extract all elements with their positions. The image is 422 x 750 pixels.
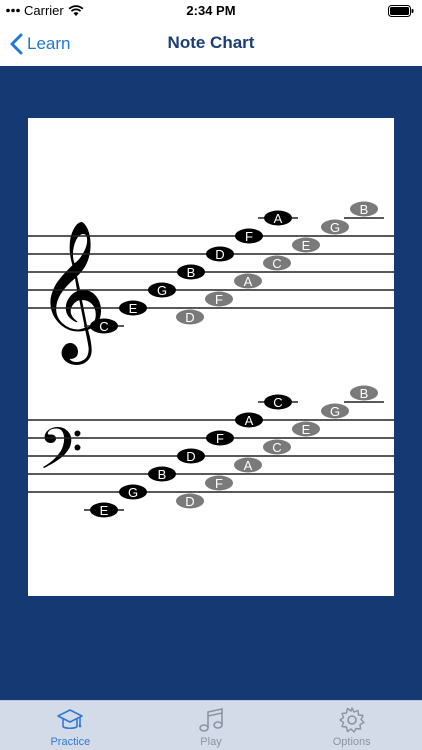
graduation-cap-icon (57, 709, 84, 730)
note-label: E (129, 301, 138, 316)
note-label: F (216, 431, 224, 446)
gear-icon (338, 707, 365, 733)
note-label: B (158, 467, 167, 482)
status-bar: Carrier 2:34 PM (0, 0, 422, 22)
note-label: G (157, 283, 167, 298)
content-area: 𝄞 𝄢 CEGBDFADFACEGBEGBDFACDFACEGB (0, 66, 422, 700)
tab-practice-label: Practice (50, 736, 91, 748)
note-label: E (100, 503, 109, 518)
note-label: A (245, 413, 254, 428)
note-chart-card: 𝄞 𝄢 CEGBDFADFACEGBEGBDFACDFACEGB (28, 118, 394, 596)
note-label: D (185, 310, 194, 325)
tab-play-label: Play (200, 736, 222, 748)
note-label: B (187, 265, 196, 280)
note-label: F (215, 476, 223, 491)
note-label: A (244, 274, 253, 289)
note-label: C (272, 256, 281, 271)
tab-options-label: Options (332, 736, 371, 748)
note-chart-svg: 𝄞 𝄢 CEGBDFADFACEGBEGBDFACDFACEGB (28, 201, 394, 518)
note-label: A (274, 211, 283, 226)
note-label: F (215, 292, 223, 307)
note-label: C (99, 319, 108, 334)
note-label: A (244, 458, 253, 473)
note-label: B (360, 386, 369, 401)
note-label: G (128, 485, 138, 500)
note-label: E (302, 238, 311, 253)
note-label: F (245, 229, 253, 244)
tab-options[interactable]: Options (281, 701, 422, 750)
treble-clef-icon: 𝄞 (36, 220, 107, 365)
navigation-bar: Learn Note Chart (0, 22, 422, 66)
status-time: 2:34 PM (186, 3, 236, 18)
note-label: C (272, 440, 281, 455)
tab-bar: Practice Play Options (0, 700, 422, 750)
note-label: G (330, 220, 340, 235)
tab-play[interactable]: Play (141, 701, 282, 750)
note-label: G (330, 404, 340, 419)
note-label: D (186, 449, 195, 464)
page-title: Note Chart (167, 33, 255, 52)
note-label: B (360, 202, 369, 217)
tab-practice[interactable]: Practice (0, 701, 141, 750)
note-label: D (185, 494, 194, 509)
music-note-icon (199, 708, 223, 732)
battery-icon (388, 5, 414, 17)
note-label: D (215, 247, 224, 262)
note-label: C (273, 395, 282, 410)
note-label: E (302, 422, 311, 437)
